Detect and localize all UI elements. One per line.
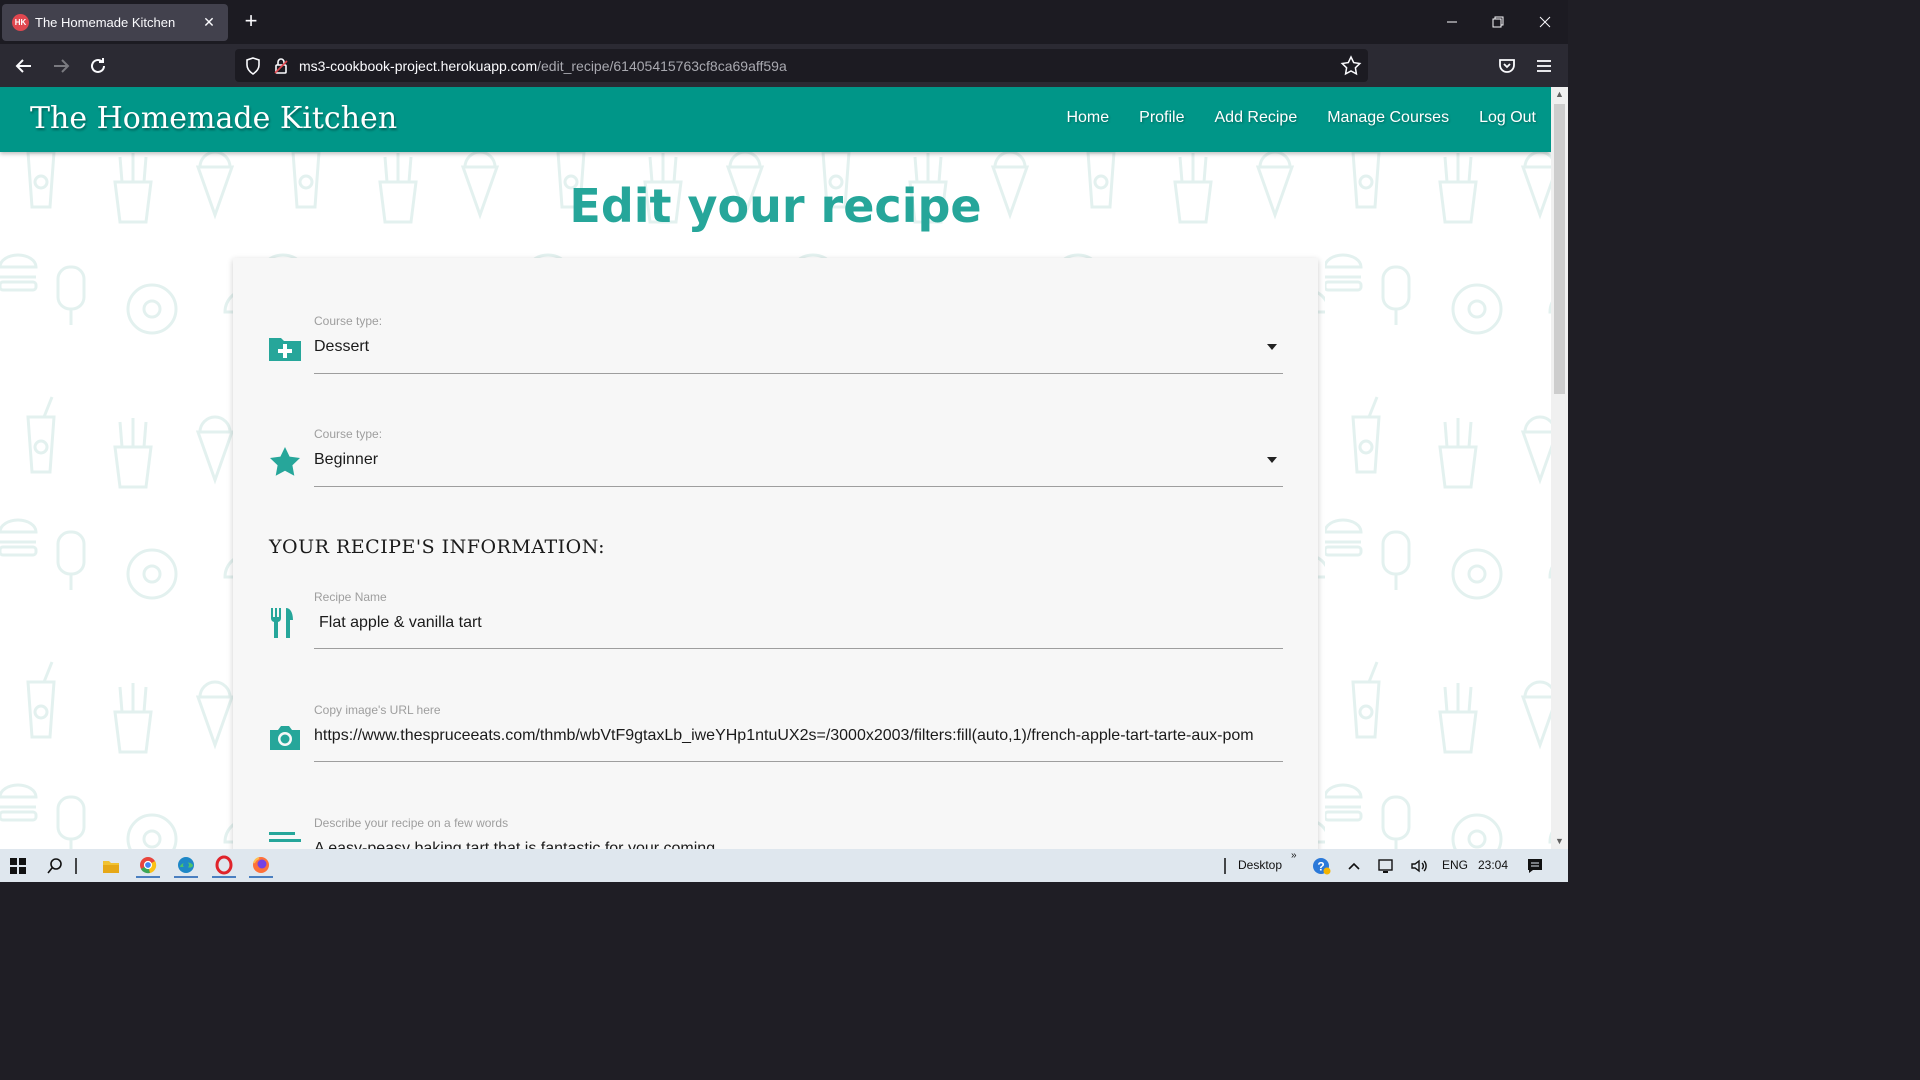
new-tab-button[interactable]: + bbox=[240, 10, 262, 34]
field-underline bbox=[314, 373, 1283, 374]
language-indicator[interactable]: ENG bbox=[1442, 858, 1468, 872]
scroll-up-icon[interactable]: ▲ bbox=[1555, 90, 1564, 99]
browser-toolbar: ms3-cookbook-project.herokuapp.com/edit_… bbox=[0, 44, 1568, 87]
browser-tab-bar: HK The Homemade Kitchen ✕ + bbox=[0, 0, 1568, 44]
course-type-value[interactable]: Dessert bbox=[314, 338, 1283, 356]
nav-log-out[interactable]: Log Out bbox=[1479, 109, 1536, 127]
restore-button[interactable] bbox=[1488, 12, 1508, 32]
chevron-up-icon[interactable] bbox=[1342, 854, 1366, 878]
pocket-icon[interactable] bbox=[1495, 54, 1519, 78]
caret-down-icon[interactable] bbox=[1267, 457, 1277, 463]
lock-icon[interactable] bbox=[271, 56, 291, 76]
scroll-down-icon[interactable]: ▼ bbox=[1555, 837, 1564, 846]
recipe-name-label: Recipe Name bbox=[314, 590, 387, 604]
difficulty-label: Course type: bbox=[314, 427, 383, 441]
chevron-right-icon[interactable]: » bbox=[1291, 850, 1297, 861]
reload-button[interactable] bbox=[86, 54, 110, 78]
volume-icon[interactable] bbox=[1407, 854, 1431, 878]
app-menu-icon[interactable] bbox=[1532, 54, 1556, 78]
opera-icon[interactable] bbox=[212, 854, 236, 878]
description-input[interactable]: A easy-peasy baking tart that is fantast… bbox=[314, 840, 1283, 849]
site-nav-links: Home Profile Add Recipe Manage Courses L… bbox=[1036, 109, 1536, 127]
recipe-name-field[interactable]: Recipe Name Flat apple & vanilla tart bbox=[268, 590, 1283, 650]
browser-tab[interactable]: HK The Homemade Kitchen ✕ bbox=[2, 4, 228, 41]
url-text[interactable]: ms3-cookbook-project.herokuapp.com/edit_… bbox=[299, 58, 787, 74]
network-icon[interactable] bbox=[1374, 854, 1398, 878]
tab-close-icon[interactable]: ✕ bbox=[200, 14, 218, 31]
back-button[interactable] bbox=[12, 54, 36, 78]
bookmark-star-icon[interactable] bbox=[1340, 55, 1362, 77]
url-path: /edit_recipe/61405415763cf8ca69aff59a bbox=[537, 57, 787, 74]
windows-start-icon[interactable] bbox=[6, 854, 30, 878]
minimize-button[interactable] bbox=[1442, 12, 1462, 32]
nav-home[interactable]: Home bbox=[1066, 109, 1109, 127]
field-underline bbox=[314, 761, 1283, 762]
page-title: Edit your recipe bbox=[569, 179, 982, 233]
os-taskbar: Desktop » ? ENG 23:04 bbox=[0, 849, 1568, 882]
edit-recipe-form-card: Course type: Dessert Course type: Beginn… bbox=[233, 258, 1318, 849]
align-left-icon bbox=[268, 830, 302, 849]
caret-down-icon[interactable] bbox=[1267, 344, 1277, 350]
field-underline bbox=[314, 486, 1283, 487]
taskbar-separator bbox=[70, 854, 82, 878]
description-field[interactable]: Describe your recipe on a few words A ea… bbox=[268, 816, 1283, 849]
site-favicon-icon: HK bbox=[12, 14, 29, 31]
course-type-select[interactable]: Course type: Dessert bbox=[268, 314, 1283, 374]
desktop-toolbar-label[interactable]: Desktop bbox=[1238, 858, 1282, 872]
image-url-input[interactable]: https://www.thespruceeats.com/thmb/wbVtF… bbox=[314, 727, 1283, 745]
file-explorer-icon[interactable] bbox=[99, 854, 123, 878]
nav-profile[interactable]: Profile bbox=[1139, 109, 1184, 127]
scrollbar-thumb[interactable] bbox=[1554, 104, 1565, 394]
description-label: Describe your recipe on a few words bbox=[314, 816, 509, 830]
notifications-icon[interactable] bbox=[1523, 854, 1547, 878]
field-underline bbox=[314, 648, 1283, 649]
difficulty-select[interactable]: Course type: Beginner bbox=[268, 427, 1283, 487]
camera-icon bbox=[268, 721, 302, 755]
web-page: The Homemade Kitchen Home Profile Add Re… bbox=[0, 87, 1551, 849]
forward-button[interactable] bbox=[49, 54, 73, 78]
image-url-field[interactable]: Copy image's URL here https://www.thespr… bbox=[268, 703, 1283, 763]
edge-icon[interactable] bbox=[174, 854, 198, 878]
nav-add-recipe[interactable]: Add Recipe bbox=[1215, 109, 1298, 127]
section-heading: YOUR RECIPE'S INFORMATION: bbox=[269, 536, 606, 558]
image-url-label: Copy image's URL here bbox=[314, 703, 441, 717]
firefox-icon[interactable] bbox=[249, 854, 273, 878]
close-window-button[interactable] bbox=[1535, 12, 1555, 32]
site-brand-logo[interactable]: The Homemade Kitchen bbox=[30, 101, 397, 136]
nav-manage-courses[interactable]: Manage Courses bbox=[1327, 109, 1449, 127]
tab-title: The Homemade Kitchen bbox=[35, 15, 176, 30]
shield-icon[interactable] bbox=[243, 56, 263, 76]
chrome-icon[interactable] bbox=[136, 854, 160, 878]
utensils-icon bbox=[268, 606, 302, 640]
clock[interactable]: 23:04 bbox=[1478, 858, 1508, 872]
star-icon bbox=[268, 445, 302, 479]
site-navbar: The Homemade Kitchen Home Profile Add Re… bbox=[0, 87, 1551, 152]
search-icon[interactable] bbox=[43, 854, 67, 878]
url-host: ms3-cookbook-project.herokuapp.com bbox=[299, 57, 538, 74]
folder-plus-icon bbox=[268, 332, 302, 366]
taskbar-separator bbox=[1220, 854, 1230, 878]
course-type-label: Course type: bbox=[314, 314, 383, 328]
recipe-name-input[interactable]: Flat apple & vanilla tart bbox=[319, 614, 1288, 632]
difficulty-value[interactable]: Beginner bbox=[314, 451, 1283, 469]
help-icon[interactable]: ? bbox=[1309, 854, 1333, 878]
page-scrollbar[interactable]: ▲ ▼ bbox=[1551, 87, 1568, 849]
address-bar[interactable]: ms3-cookbook-project.herokuapp.com/edit_… bbox=[235, 49, 1368, 82]
